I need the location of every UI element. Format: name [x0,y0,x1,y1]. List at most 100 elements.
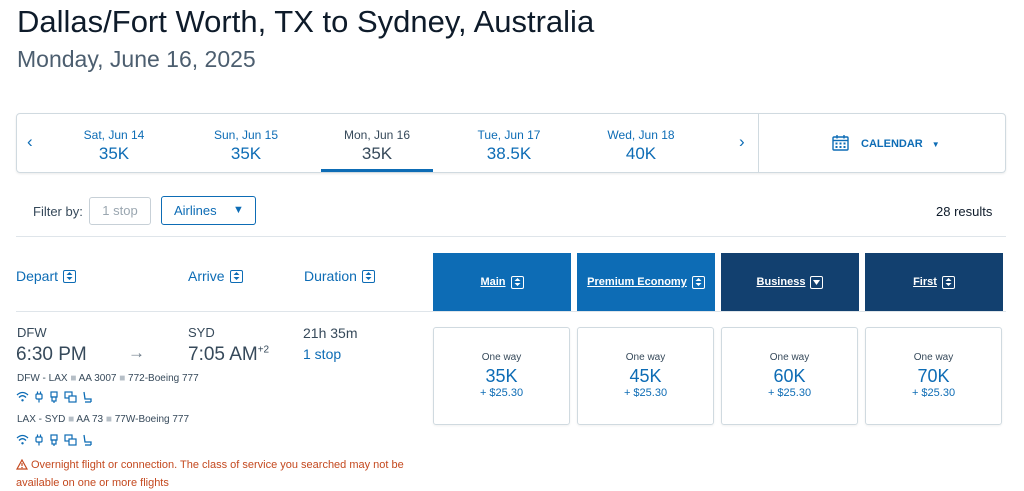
origin-code: DFW [17,325,47,340]
calendar-label: CALENDAR [861,138,923,150]
date-option-selected[interactable]: Mon, Jun 16 35K [321,114,433,172]
fare-type: One way [769,352,810,363]
fare-type: One way [913,352,954,363]
arrive-time-block: 7:05 AM+2 [188,344,269,366]
wifi-icon [16,434,29,445]
date-option[interactable]: Wed, Jun 18 40K [585,114,697,172]
depart-header: Depart [16,268,59,284]
power-icon [35,391,43,403]
divider [16,311,1006,312]
cabin-main-header[interactable]: Main [433,253,571,311]
date-label: Wed, Jun 18 [607,128,675,142]
cabin-premium-economy-header[interactable]: Premium Economy [577,253,715,311]
chevron-right-icon[interactable]: › [739,132,745,152]
seat-icon [83,434,92,446]
duration-header: Duration [304,268,357,284]
page-subtitle: Monday, June 16, 2025 [17,46,256,72]
cabin-business-header[interactable]: Business [721,253,859,311]
entertainment-icon [64,434,77,446]
divider [758,114,759,172]
date-option[interactable]: Sat, Jun 14 35K [58,114,170,172]
calendar-button[interactable]: CALENDAR ▼ [832,134,940,154]
fare-points: 60K [773,366,806,386]
fare-type: One way [481,352,522,363]
warning-icon [15,458,29,475]
fare-tax: + $25.30 [623,387,668,399]
leg-aircraft: 772-Boeing 777 [128,373,199,384]
trip-duration: 21h 35m [303,325,358,341]
caret-down-icon: ▼ [233,204,244,216]
fare-tax: + $25.30 [911,387,956,399]
date-price: 35K [98,144,130,163]
chevron-left-icon[interactable]: ‹ [27,132,33,152]
sort-arrive[interactable]: Arrive [188,268,243,284]
filter-label: Filter by: [33,204,83,219]
divider [16,236,1006,237]
amenities [16,391,93,403]
warning-text: Overnight flight or connection. The clas… [16,459,404,489]
date-price: 38.5K [486,144,532,163]
fare-card-first[interactable]: One way 70K + $25.30 [865,327,1002,425]
airlines-label: Airlines [174,203,217,218]
sort-down-icon [810,275,824,289]
fare-tax: + $25.30 [479,387,524,399]
leg-route: LAX - SYD [17,414,66,425]
fare-tax: + $25.30 [767,387,812,399]
day-offset: +2 [257,344,270,356]
leg-route: DFW - LAX [17,373,68,384]
page-title: Dallas/Fort Worth, TX to Sydney, Austral… [17,4,595,39]
arrive-time: 7:05 AM [188,344,258,365]
sort-depart[interactable]: Depart [16,268,77,284]
amenities [16,434,93,446]
leg-flight-number[interactable]: AA 3007 [79,373,117,384]
sort-icon [691,275,705,289]
overnight-warning: Overnight flight or connection. The clas… [15,457,416,491]
date-label: Sun, Jun 15 [213,128,279,142]
stop-filter-chip[interactable]: 1 stop [89,197,151,225]
date-selector: ‹ Sat, Jun 14 35K Sun, Jun 15 35K Mon, J… [16,113,1006,173]
depart-time: 6:30 PM [16,344,87,365]
power-icon [35,434,43,446]
leg-details: DFW - LAX ■ AA 3007 ■ 772-Boeing 777 [17,373,199,384]
arrow-right-icon: → [128,343,145,362]
usb-icon [50,434,58,446]
sort-duration[interactable]: Duration [304,268,375,284]
stops-link[interactable]: 1 stop [303,346,341,362]
usb-icon [50,391,58,403]
seat-icon [83,391,92,403]
leg-aircraft: 77W-Boeing 777 [114,414,190,425]
fare-card-main[interactable]: One way 35K + $25.30 [433,327,570,425]
fare-card-business[interactable]: One way 60K + $25.30 [721,327,858,425]
results-count: 28 results [936,204,993,219]
date-label: Tue, Jun 17 [477,128,541,142]
date-label: Mon, Jun 16 [343,128,411,142]
sort-icon [361,269,375,283]
cabin-first-header[interactable]: First [865,253,1003,311]
cabin-label: Main [480,276,506,288]
sort-icon [63,269,77,283]
date-option[interactable]: Tue, Jun 17 38.5K [453,114,565,172]
leg-flight-number[interactable]: AA 73 [76,414,103,425]
date-price: 35K [230,144,262,163]
entertainment-icon [64,391,77,403]
fare-points: 45K [629,366,662,386]
sort-icon [229,269,243,283]
date-price: 35K [361,144,393,163]
calendar-icon [832,134,849,154]
leg-details: LAX - SYD ■ AA 73 ■ 77W-Boeing 777 [17,414,190,425]
wifi-icon [16,391,29,402]
fare-card-premium-economy[interactable]: One way 45K + $25.30 [577,327,714,425]
sort-icon [941,275,955,289]
arrive-header: Arrive [188,268,225,284]
airlines-dropdown[interactable]: Airlines ▼ [161,196,256,225]
date-option[interactable]: Sun, Jun 15 35K [190,114,302,172]
date-label: Sat, Jun 14 [83,128,145,142]
cabin-label: Business [756,276,806,288]
date-price: 40K [625,144,657,163]
sort-icon [510,275,524,289]
cabin-label: Premium Economy [587,276,687,288]
fare-points: 35K [485,366,518,386]
cabin-label: First [913,276,937,288]
destination-code: SYD [188,325,215,340]
fare-type: One way [625,352,666,363]
